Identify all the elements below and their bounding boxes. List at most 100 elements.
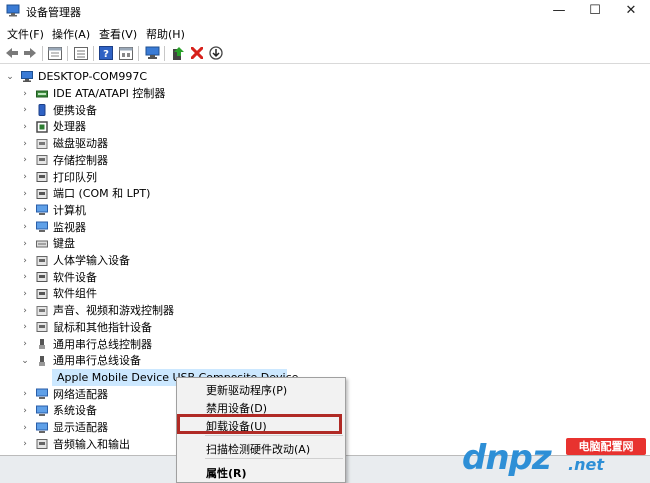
chevron-right-icon[interactable]: › [20,219,30,236]
resources-view-icon[interactable] [118,45,134,61]
chevron-right-icon[interactable]: › [20,319,30,336]
uninstall-icon[interactable] [189,45,205,61]
context-separator [205,435,343,436]
back-arrow-icon[interactable] [4,45,20,61]
menu-action[interactable]: 操作(A) [52,26,90,42]
chevron-right-icon[interactable]: › [20,235,30,252]
tree-category-item[interactable]: ⌄ 通用串行总线设备 [20,352,141,369]
watermark-logo: dnpz 电脑配置网 .net [462,436,648,482]
chevron-right-icon[interactable]: › [20,85,30,102]
tree-category-item[interactable]: › 软件组件 [20,285,97,302]
help-icon[interactable]: ? [98,45,114,61]
tree-category-item[interactable]: › 键盘 [20,235,75,252]
forward-arrow-icon[interactable] [22,45,38,61]
usb-icon [39,355,45,366]
minimize-button[interactable]: — [541,0,577,22]
update-driver-icon[interactable] [170,45,186,61]
tree-category-item[interactable]: › 显示适配器 [20,419,108,436]
toolbar-separator [164,46,165,61]
tree-category-item[interactable]: › 处理器 [20,118,86,135]
system-device-icon [36,405,48,416]
chevron-right-icon[interactable]: › [20,135,30,152]
tree-category-item[interactable]: › 监视器 [20,219,86,236]
tree-category-item[interactable]: › 磁盘驱动器 [20,135,108,152]
tree-category-item[interactable]: › 人体学输入设备 [20,252,130,269]
tree-category-item[interactable]: › 网络适配器 [20,386,108,403]
disk-drive-icon [36,138,48,149]
scan-hardware-icon[interactable] [144,45,160,61]
chevron-right-icon[interactable]: › [20,118,30,135]
tree-item-label: 存储控制器 [53,153,108,167]
chevron-right-icon[interactable]: › [20,386,30,403]
chevron-right-icon[interactable]: › [20,419,30,436]
menu-file[interactable]: 文件(F) [7,26,44,42]
toolbar-separator [67,46,68,61]
sound-icon [36,305,48,316]
tree-item-label: 通用串行总线设备 [53,354,141,368]
properties-icon[interactable] [47,45,63,61]
port-icon [36,188,48,199]
processor-icon [36,121,48,133]
chevron-down-icon[interactable]: ⌄ [20,352,30,369]
chevron-right-icon[interactable]: › [20,152,30,169]
download-arrow-icon[interactable] [208,45,224,61]
tree-root[interactable]: ⌄ DESKTOP-COM997C [5,68,147,85]
menu-help[interactable]: 帮助(H) [146,26,185,42]
tree-category-item[interactable]: › 通用串行总线控制器 [20,336,152,353]
tree-category-item[interactable]: › 打印队列 [20,169,97,186]
tree-item-label: 人体学输入设备 [53,254,130,267]
audio-io-icon [36,439,48,450]
tree-item-label: 处理器 [53,120,86,134]
tree-item-label: 端口 (COM 和 LPT) [53,187,151,201]
chevron-right-icon[interactable]: › [20,252,30,269]
tree-item-label: 音频输入和输出 [53,437,130,451]
tree-category-item[interactable]: › 存储控制器 [20,152,108,169]
chevron-right-icon[interactable]: › [20,102,30,119]
tree-category-item[interactable]: › IDE ATA/ATAPI 控制器 [20,85,165,102]
device-manager-app-icon [6,4,20,17]
tree-category-item[interactable]: › 端口 (COM 和 LPT) [20,185,150,202]
toolbar-separator [93,46,94,61]
tree-item-label: 监视器 [53,220,86,234]
close-button[interactable]: ✕ [613,0,649,22]
tree-item-label: IDE ATA/ATAPI 控制器 [53,87,166,100]
chevron-right-icon[interactable]: › [20,185,30,202]
network-adapter-icon [36,388,48,400]
tree-item-label: 通用串行总线控制器 [53,337,152,351]
chevron-right-icon[interactable]: › [20,169,30,186]
context-separator [205,458,343,459]
context-properties[interactable]: 属性(R) [206,465,247,481]
chevron-right-icon[interactable]: › [20,336,30,353]
tree-category-item[interactable]: › 便携设备 [20,102,97,119]
tree-item-label: 鼠标和其他指针设备 [53,320,152,334]
tree-category-item[interactable]: › 声音、视频和游戏控制器 [20,302,174,319]
tree-item-label: 计算机 [53,203,86,217]
chevron-right-icon[interactable]: › [20,302,30,319]
tree-item-label: 键盘 [53,237,75,251]
context-update-driver[interactable]: 更新驱动程序(P) [206,382,287,398]
storage-controller-icon [36,155,48,166]
tree-category-item[interactable]: › 音频输入和输出 [20,436,130,453]
tree-category-item[interactable]: › 计算机 [20,202,86,219]
context-scan-hardware[interactable]: 扫描检测硬件改动(A) [206,441,310,457]
monitor-icon [36,221,48,233]
chevron-right-icon[interactable]: › [20,402,30,419]
window-title: 设备管理器 [26,6,81,19]
tree-item-label: 便携设备 [53,103,97,117]
chevron-right-icon[interactable]: › [20,436,30,453]
chevron-right-icon[interactable]: › [20,285,30,302]
chevron-down-icon[interactable]: ⌄ [5,68,15,85]
list-view-icon[interactable] [73,45,89,61]
tree-item-label: 磁盘驱动器 [53,137,108,151]
tree-category-item[interactable]: › 系统设备 [20,402,97,419]
tree-category-item[interactable]: › 软件设备 [20,269,97,286]
chevron-right-icon[interactable]: › [20,269,30,286]
tree-category-item[interactable]: › 鼠标和其他指针设备 [20,319,152,336]
menu-view[interactable]: 查看(V) [99,26,137,42]
tree-item-label: 软件组件 [53,287,97,301]
chevron-right-icon[interactable]: › [20,202,30,219]
watermark-domain: .net [568,455,604,474]
computer-root-icon [21,70,33,82]
maximize-button[interactable]: ☐ [577,0,613,22]
mouse-icon [36,322,48,333]
